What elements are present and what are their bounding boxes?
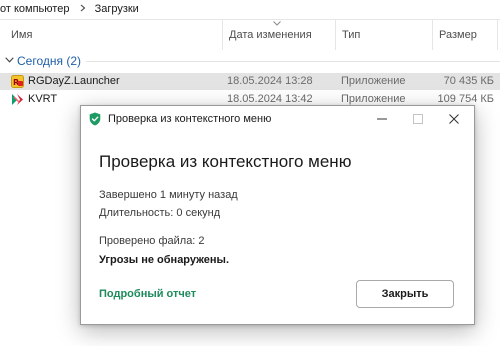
scan-result-text: Угрозы не обнаружены. [99,254,230,266]
launcher-app-icon: R [11,75,24,88]
detailed-report-link[interactable]: Подробный отчет [99,288,196,300]
close-button[interactable]: Закрыть [356,280,454,308]
scan-duration-text: Длительность: 0 секунд [99,207,221,219]
files-checked-text: Проверено файла: 2 [99,235,205,247]
sort-caret-icon [273,21,281,26]
kaspersky-shield-icon [89,112,101,126]
maximize-button[interactable] [400,106,436,132]
file-row-rgdayz[interactable]: R RGDayZ.Launcher 18.05.2024 13:28 Прило… [0,73,500,90]
column-divider[interactable] [497,20,498,50]
file-date: 18.05.2024 13:28 [227,75,313,87]
scan-result-dialog: Проверка из контекстного меню Проверка и… [80,105,475,325]
group-label: Сегодня (2) [17,54,81,68]
maximize-icon [413,114,423,124]
chevron-right-icon[interactable] [80,0,86,19]
group-header-today[interactable]: Сегодня (2) [0,52,500,70]
close-window-button[interactable] [436,106,472,132]
column-type[interactable]: Тип [335,20,432,50]
breadcrumb: от компьютер Загрузки [0,0,500,20]
chevron-down-icon[interactable] [5,57,14,63]
group-divider [86,61,500,62]
dialog-heading: Проверка из контекстного меню [99,152,352,171]
breadcrumb-item-downloads[interactable]: Загрузки [95,0,139,19]
file-size: 70 435 КБ [443,75,494,87]
column-header: Имя Дата изменения Тип Размер [0,20,500,50]
scan-completed-text: Завершено 1 минуту назад [99,189,238,201]
dialog-titlebar[interactable]: Проверка из контекстного меню [81,106,474,132]
file-name: RGDayZ.Launcher [28,75,120,87]
close-icon [449,114,459,124]
file-type: Приложение [341,75,406,87]
column-size[interactable]: Размер [432,20,498,50]
breadcrumb-item-computer[interactable]: от компьютер [0,0,69,19]
column-name[interactable]: Имя [5,20,222,50]
minimize-icon [377,118,387,120]
dialog-window-title: Проверка из контекстного меню [108,113,272,125]
kvrt-app-icon [12,94,23,105]
minimize-button[interactable] [364,106,400,132]
file-name: KVRT [28,93,58,105]
